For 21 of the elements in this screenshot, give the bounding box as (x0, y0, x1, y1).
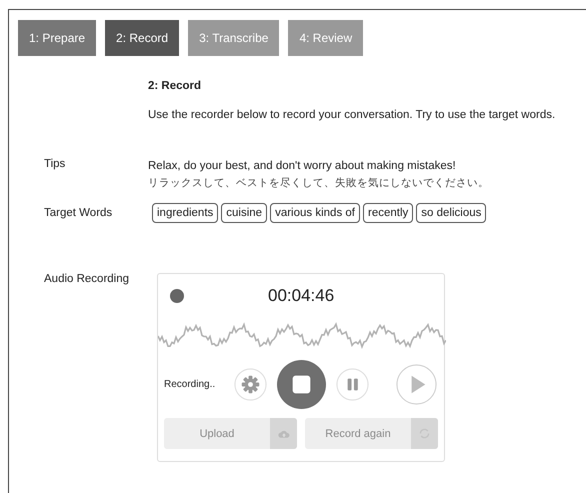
tip-text: リラックスして、ベストを尽くして、失敗を気にしないでください。 (148, 176, 489, 191)
audio-recording-label: Audio Recording (44, 273, 130, 285)
timer-text: 00:04:46 (268, 286, 334, 306)
step-tab[interactable]: 1: Prepare (18, 20, 96, 56)
target-words-label: Target Words (44, 207, 112, 219)
pause-button[interactable] (336, 368, 369, 401)
target-word-tag: cuisine (221, 203, 268, 223)
stop-button[interactable] (277, 360, 326, 409)
target-word-tag: various kinds of (270, 203, 360, 223)
tip-text: Relax, do your best, and don't worry about making mistakes! (148, 159, 457, 174)
step-tab[interactable]: 2: Record (105, 20, 180, 56)
tips-label: Tips (44, 158, 66, 170)
target-word-tag: recently (362, 203, 414, 223)
section-heading: 2: Record (148, 80, 202, 92)
settings-button[interactable] (234, 368, 267, 401)
play-button[interactable] (396, 364, 437, 405)
status-text: Recording.. (164, 379, 216, 390)
target-word-tag: so delicious (416, 203, 486, 223)
cloud-upload-icon (278, 428, 290, 438)
instructions-text: Use the recorder below to record your conversation. Try to use the target words. (148, 109, 556, 121)
target-word-tag: ingredients (152, 203, 218, 223)
